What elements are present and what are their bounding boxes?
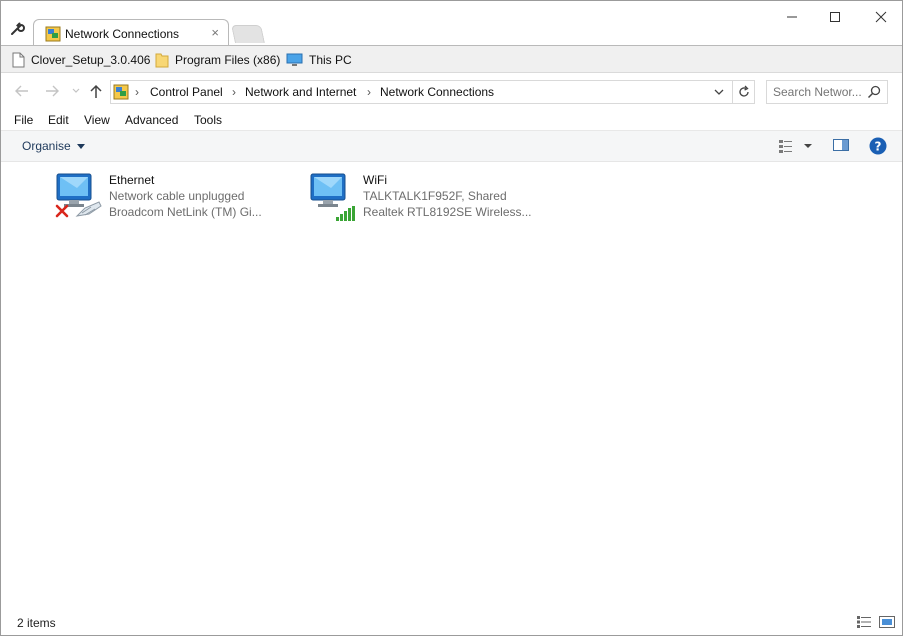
up-button[interactable]: [87, 82, 105, 100]
breadcrumb-separator[interactable]: ›: [232, 85, 236, 99]
item-count: 2 items: [17, 616, 56, 630]
explorer-window: Network Connections × Clover_Setup_3.0.4…: [0, 0, 903, 636]
address-bar[interactable]: › Control Panel › Network and Internet ›…: [110, 80, 755, 104]
back-button[interactable]: [13, 82, 31, 100]
bookmarks-bar: Clover_Setup_3.0.406 Program Files (x86)…: [1, 45, 902, 73]
refresh-button[interactable]: [732, 81, 754, 103]
menu-edit[interactable]: Edit: [48, 113, 69, 127]
connection-item-wifi[interactable]: WiFi TALKTALK1F952F, Shared Realtek RTL8…: [309, 172, 549, 222]
title-bar: Network Connections ×: [1, 1, 902, 46]
connections-list: Ethernet Network cable unplugged Broadco…: [1, 162, 902, 610]
menu-advanced[interactable]: Advanced: [125, 113, 178, 127]
help-icon: ?: [869, 137, 887, 155]
bookmark-label: Clover_Setup_3.0.406: [31, 53, 151, 67]
menu-bar: File Edit View Advanced Tools: [1, 110, 902, 130]
breadcrumb-network-and-internet[interactable]: Network and Internet: [245, 85, 356, 99]
wrench-icon[interactable]: [9, 21, 25, 37]
status-bar: 2 items: [1, 610, 902, 635]
organise-label: Organise: [22, 139, 71, 153]
connection-name: Ethernet: [109, 173, 155, 187]
organise-button[interactable]: Organise: [22, 139, 85, 153]
menu-tools[interactable]: Tools: [194, 113, 222, 127]
bookmark-program-files[interactable]: Program Files (x86): [155, 51, 280, 69]
change-view-button[interactable]: [778, 138, 814, 157]
tab-close-icon[interactable]: ×: [211, 25, 219, 40]
forward-button[interactable]: [43, 82, 61, 100]
new-tab-button[interactable]: [231, 25, 265, 43]
bookmark-label: Program Files (x86): [175, 53, 281, 67]
preview-pane-icon: [833, 139, 849, 151]
breadcrumb-separator[interactable]: ›: [135, 85, 139, 99]
computer-icon: [286, 53, 303, 66]
view-options-icon: [779, 140, 812, 153]
bookmark-this-pc[interactable]: This PC: [286, 51, 352, 69]
search-icon[interactable]: [867, 85, 881, 99]
preview-pane-button[interactable]: [833, 138, 850, 155]
search-box[interactable]: [766, 80, 888, 104]
connection-item-ethernet[interactable]: Ethernet Network cable unplugged Broadco…: [55, 172, 295, 222]
organise-dropdown-icon: [76, 143, 85, 149]
address-dropdown-chevron-icon[interactable]: [712, 84, 726, 100]
details-view-icon: [857, 616, 871, 628]
connection-status: TALKTALK1F952F, Shared: [363, 189, 507, 203]
breadcrumb-separator[interactable]: ›: [367, 85, 371, 99]
menu-view[interactable]: View: [84, 113, 110, 127]
details-view-button[interactable]: [856, 615, 872, 629]
breadcrumb-network-connections[interactable]: Network Connections: [380, 85, 494, 99]
refresh-icon: [738, 85, 749, 97]
large-icons-view-button[interactable]: [879, 615, 895, 629]
search-input[interactable]: [773, 85, 865, 99]
bookmark-label: This PC: [309, 53, 352, 67]
close-window-button[interactable]: [870, 7, 892, 27]
recent-locations-chevron-icon[interactable]: [67, 82, 85, 100]
tab-title: Network Connections: [65, 27, 180, 41]
connection-name: WiFi: [363, 173, 387, 187]
command-bar: Organise ?: [1, 130, 902, 162]
network-connections-icon: [45, 26, 61, 42]
connection-adapter: Broadcom NetLink (TM) Gi...: [109, 205, 262, 219]
tab-network-connections[interactable]: Network Connections ×: [33, 19, 229, 46]
file-icon: [12, 52, 25, 68]
connection-details: Ethernet Network cable unplugged Broadco…: [109, 172, 262, 220]
connection-adapter: Realtek RTL8192SE Wireless...: [363, 205, 532, 219]
bookmark-clover-setup[interactable]: Clover_Setup_3.0.406: [12, 51, 150, 69]
breadcrumb-control-panel[interactable]: Control Panel: [150, 85, 223, 99]
control-panel-icon: [113, 84, 129, 100]
svg-text:?: ?: [875, 140, 882, 154]
large-icons-view-icon: [879, 616, 895, 628]
minimize-button[interactable]: [781, 7, 803, 27]
maximize-button[interactable]: [824, 7, 846, 27]
signal-strength-icon: [335, 206, 357, 225]
menu-file[interactable]: File: [14, 113, 33, 127]
connection-status: Network cable unplugged: [109, 189, 245, 203]
help-button[interactable]: ?: [869, 137, 887, 158]
connection-details: WiFi TALKTALK1F952F, Shared Realtek RTL8…: [363, 172, 532, 220]
navigation-bar: › Control Panel › Network and Internet ›…: [1, 74, 902, 110]
error-x-icon: [55, 204, 69, 221]
folder-icon: [155, 53, 169, 68]
